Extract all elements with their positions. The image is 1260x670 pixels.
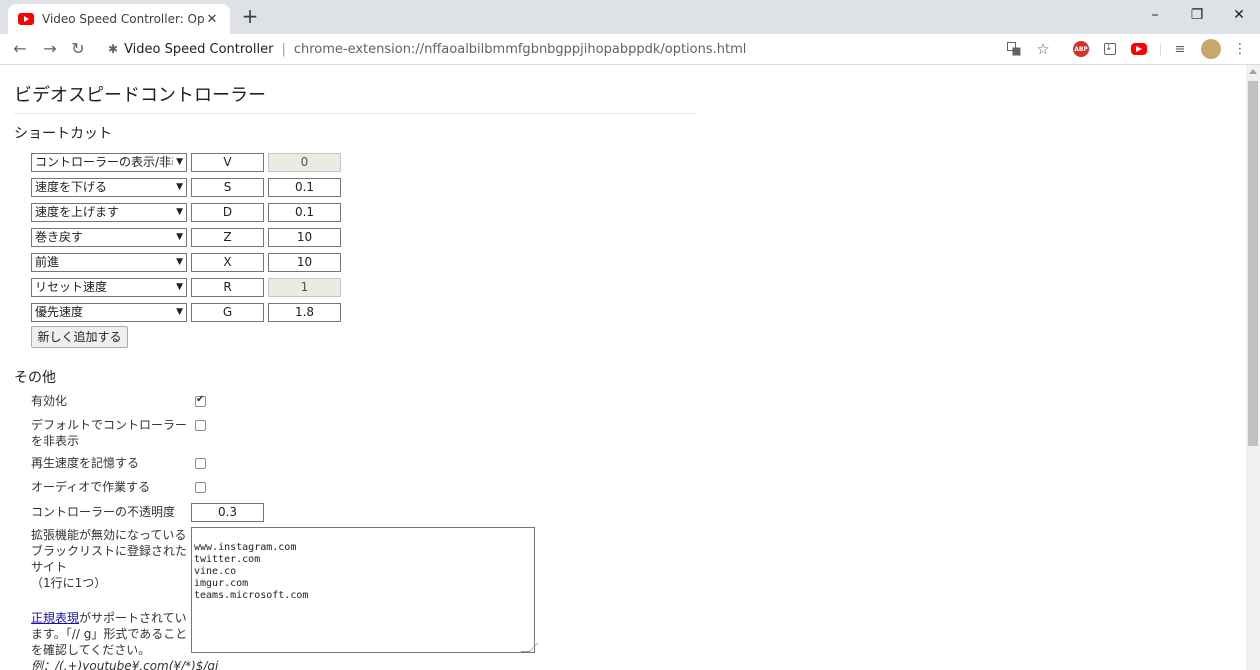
regex-example: 例：/(.+)youtube¥.com(¥/*)$/gi <box>31 659 219 670</box>
shortcut-action-select[interactable]: 前進 ▼ <box>31 253 187 272</box>
scroll-up-arrow-icon[interactable] <box>1249 69 1257 74</box>
shortcut-key-input[interactable]: D <box>191 203 264 222</box>
title-divider <box>14 113 696 114</box>
dropdown-arrow-icon: ▼ <box>176 182 183 192</box>
shortcut-action-label: 前進 <box>35 255 60 269</box>
options-page: ビデオスピードコントローラー ショートカット コントローラーの表示/非表示▼V0… <box>0 65 1246 670</box>
blacklist-label-text: 拡張機能が無効になっているブラックリストに登録されたサイト <box>31 528 188 574</box>
enabled-checkbox[interactable] <box>195 394 206 407</box>
shortcut-key-input[interactable]: R <box>191 278 264 297</box>
blacklist-textarea[interactable]: www.instagram.com twitter.com vine.co im… <box>191 527 535 653</box>
shortcut-value-input[interactable]: 0.1 <box>268 203 341 222</box>
add-shortcut-button[interactable]: 新しく追加する <box>31 326 128 348</box>
hide-by-default-label: デフォルトでコントローラーを非表示 <box>31 418 188 448</box>
blacklist-note: （1行に1つ） <box>31 576 107 590</box>
blacklist-label: 拡張機能が無効になっているブラックリストに登録されたサイト （1行に1つ） <box>31 527 189 591</box>
shortcut-key-input[interactable]: S <box>191 178 264 197</box>
scroll-thumb[interactable] <box>1248 81 1258 446</box>
shortcut-action-select[interactable]: リセット速度 ▼ <box>31 278 187 297</box>
remember-speed-checkbox[interactable] <box>195 458 206 469</box>
page-title: ビデオスピードコントローラー <box>14 85 266 106</box>
download-icon[interactable]: ↓ <box>1102 41 1118 57</box>
remember-speed-label: 再生速度を記憶する <box>31 456 140 470</box>
forward-button[interactable]: → <box>40 39 60 59</box>
shortcut-action-label: リセット速度 <box>35 280 108 294</box>
dropdown-arrow-icon: ▼ <box>176 207 183 217</box>
extension-puzzle-icon: ✱ <box>108 42 119 56</box>
close-window-button[interactable]: ✕ <box>1216 0 1260 30</box>
dropdown-arrow-icon: ▼ <box>176 282 183 292</box>
audio-label: オーディオで作業する <box>31 480 151 494</box>
omnibox-separator: | <box>281 41 286 57</box>
avatar[interactable] <box>1201 39 1221 59</box>
shortcut-action-label: 速度を下げる <box>35 180 108 194</box>
omnibox-url: chrome-extension://nffaoalbilbmmfgbnbgpp… <box>293 41 747 57</box>
youtube-favicon-icon <box>18 13 34 25</box>
reload-button[interactable]: ↻ <box>68 39 88 59</box>
audio-checkbox[interactable] <box>195 482 206 493</box>
tab-video-speed-controller[interactable]: Video Speed Controller: Options ✕ <box>8 4 230 34</box>
new-tab-button[interactable]: + <box>240 6 260 26</box>
shortcut-value-input: 1 <box>268 278 341 297</box>
omnibox-site-name: Video Speed Controller <box>124 41 274 57</box>
shortcut-action-label: 巻き戻す <box>35 230 84 244</box>
shortcut-value-input[interactable]: 0.1 <box>268 178 341 197</box>
page-scrollbar[interactable] <box>1246 65 1260 670</box>
shortcut-value-input[interactable]: 1.8 <box>268 303 341 322</box>
textarea-resize-grip[interactable] <box>520 643 539 652</box>
restore-button[interactable]: ❐ <box>1174 0 1220 30</box>
tab-close-icon[interactable]: ✕ <box>204 12 220 27</box>
shortcuts-heading: ショートカット <box>14 126 112 142</box>
shortcut-action-select[interactable]: 速度を下げる ▼ <box>31 178 187 197</box>
media-queue-icon[interactable]: ≡ <box>1172 41 1188 57</box>
regex-help: 正規表現がサポートされています。「// g」形式であることを確認してください。 … <box>31 610 218 670</box>
adblock-plus-icon[interactable]: ABP <box>1073 41 1089 57</box>
other-heading: その他 <box>14 370 56 386</box>
dropdown-arrow-icon: ▼ <box>176 307 183 317</box>
youtube-icon[interactable] <box>1131 43 1147 55</box>
shortcut-key-input[interactable]: G <box>191 303 264 322</box>
opacity-label: コントローラーの不透明度 <box>31 505 176 519</box>
shortcut-action-label: コントローラーの表示/非表示 <box>35 155 173 169</box>
shortcut-key-input[interactable]: X <box>191 253 264 272</box>
browser-toolbar: ← → ↻ ✱ Video Speed Controller | chrome-… <box>0 34 1260 65</box>
hide-by-default-checkbox[interactable] <box>195 420 206 431</box>
toolbar-divider <box>1160 44 1161 56</box>
shortcut-action-label: 優先速度 <box>35 305 84 319</box>
shortcut-action-select[interactable]: 巻き戻す ▼ <box>31 228 187 247</box>
shortcut-action-select[interactable]: 速度を上げます ▼ <box>31 203 187 222</box>
shortcut-action-select[interactable]: 優先速度 ▼ <box>31 303 187 322</box>
address-bar[interactable]: ✱ Video Speed Controller | chrome-extens… <box>100 37 1060 61</box>
enabled-label: 有効化 <box>31 394 68 408</box>
tab-strip: Video Speed Controller: Options ✕ + – ❐ … <box>0 0 1260 34</box>
dropdown-arrow-icon: ▼ <box>176 257 183 267</box>
shortcut-value-input[interactable]: 10 <box>268 228 341 247</box>
translate-icon[interactable] <box>1006 41 1022 57</box>
star-icon[interactable]: ☆ <box>1035 40 1051 58</box>
opacity-input[interactable]: 0.3 <box>191 503 264 522</box>
shortcut-key-input[interactable]: Z <box>191 228 264 247</box>
dropdown-arrow-icon: ▼ <box>176 232 183 242</box>
menu-icon[interactable]: ⋮ <box>1232 41 1248 57</box>
shortcut-key-input[interactable]: V <box>191 153 264 172</box>
shortcut-action-select[interactable]: コントローラーの表示/非表示▼ <box>31 153 187 172</box>
dropdown-arrow-icon: ▼ <box>176 157 183 167</box>
shortcut-value-input: 0 <box>268 153 341 172</box>
tab-title: Video Speed Controller: Options <box>42 12 204 26</box>
regex-link[interactable]: 正規表現 <box>31 611 79 625</box>
shortcut-value-input[interactable]: 10 <box>268 253 341 272</box>
shortcut-action-label: 速度を上げます <box>35 205 120 219</box>
minimize-button[interactable]: – <box>1132 0 1178 30</box>
back-button[interactable]: ← <box>10 39 30 59</box>
